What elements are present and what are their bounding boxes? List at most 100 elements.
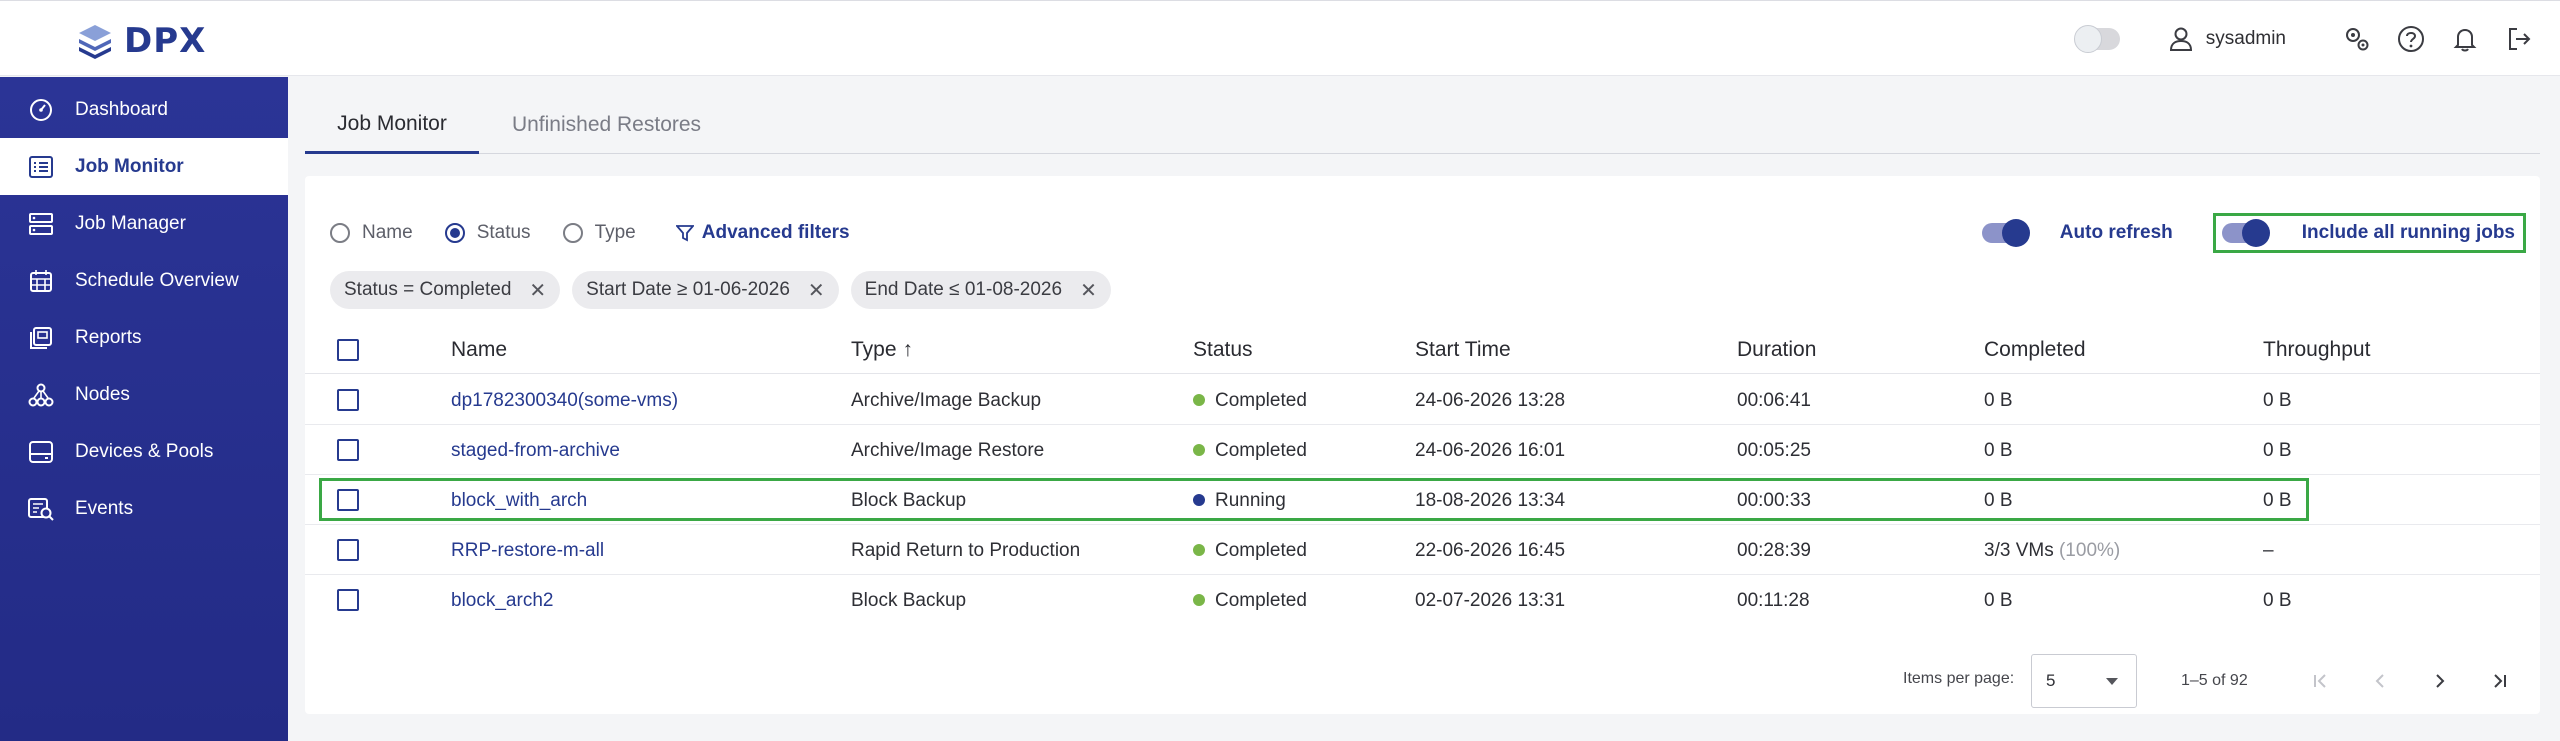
row-checkbox[interactable] [337, 589, 359, 611]
close-icon[interactable]: ✕ [529, 278, 546, 303]
radio-label: Name [362, 222, 413, 243]
column-header-start-time[interactable]: Start Time [1415, 338, 1511, 362]
status-dot [1193, 394, 1205, 406]
radio-circle[interactable] [444, 223, 465, 243]
sidebar-item-label: Events [75, 497, 134, 519]
sidebar-item-label: Job Monitor [75, 155, 184, 177]
job-name-link[interactable]: dp1782300340(some-vms) [451, 390, 678, 412]
column-header-type[interactable]: Type ↑ [851, 338, 913, 362]
first-page-icon[interactable] [2305, 666, 2335, 696]
filter-chip-status[interactable]: Status = Completed ✕ [330, 271, 561, 309]
table-header: Name Type ↑ Status Start Time Duration C… [305, 326, 2540, 374]
table-row[interactable]: block_arch2 Block Backup Completed 02-07… [305, 575, 2540, 625]
active-filter-chips: Status = Completed ✕ Start Date ≥ 01-06-… [330, 271, 1111, 309]
column-header-throughput[interactable]: Throughput [2263, 338, 2370, 362]
sidebar-item-label: Reports [75, 326, 142, 348]
auto-refresh-label: Auto refresh [2059, 222, 2173, 243]
events-icon [28, 496, 54, 522]
sidebar-item-devices-pools[interactable]: Devices & Pools [0, 423, 288, 480]
radio-status[interactable]: Status [444, 222, 531, 244]
last-page-icon[interactable] [2485, 666, 2515, 696]
sidebar-item-reports[interactable]: Reports [0, 309, 288, 366]
logout-icon[interactable] [2502, 22, 2536, 56]
sidebar-item-events[interactable]: Events [0, 480, 288, 537]
select-all-checkbox[interactable] [337, 339, 359, 361]
sidebar-item-dashboard[interactable]: Dashboard [0, 81, 288, 138]
status-text: Completed [1215, 590, 1307, 611]
settings-gears-icon[interactable] [2340, 22, 2374, 56]
tab-job-monitor[interactable]: Job Monitor [305, 96, 479, 154]
logo-stack-icon [79, 25, 111, 59]
status-dot [1193, 544, 1205, 556]
radio-type[interactable]: Type [562, 222, 636, 244]
next-page-icon[interactable] [2425, 666, 2455, 696]
chip-label: Status = Completed [344, 279, 512, 300]
chip-label: End Date ≤ 01-08-2026 [864, 279, 1063, 300]
theme-toggle[interactable] [2073, 25, 2120, 53]
job-name-link[interactable]: block_arch2 [451, 590, 553, 612]
job-name-link[interactable]: block_with_arch [451, 490, 587, 512]
row-checkbox[interactable] [337, 489, 359, 511]
filter-chip-start-date[interactable]: Start Date ≥ 01-06-2026 ✕ [572, 271, 839, 309]
user-menu[interactable]: sysadmin [2168, 26, 2286, 52]
sidebar-item-job-monitor[interactable]: Job Monitor [0, 138, 288, 195]
status-text: Completed [1215, 540, 1307, 561]
row-checkbox[interactable] [337, 439, 359, 461]
sidebar-item-nodes[interactable]: Nodes [0, 366, 288, 423]
radio-circle[interactable] [330, 223, 350, 243]
help-icon[interactable] [2394, 22, 2428, 56]
bell-icon[interactable] [2448, 22, 2482, 56]
completed-percent: (100%) [2058, 540, 2121, 561]
job-throughput: 0 B [2263, 490, 2292, 511]
table-row[interactable]: staged-from-archive Archive/Image Restor… [305, 425, 2540, 475]
job-name-link[interactable]: staged-from-archive [451, 440, 620, 462]
column-header-name[interactable]: Name [451, 338, 507, 362]
include-running-highlight: Include all running jobs [2212, 213, 2526, 253]
sidebar-item-job-manager[interactable]: Job Manager [0, 195, 288, 252]
row-checkbox[interactable] [337, 539, 359, 561]
advanced-filters-label: Advanced filters [701, 222, 850, 243]
dpx-logo[interactable]: DPX [76, 21, 206, 61]
row-checkbox[interactable] [337, 389, 359, 411]
column-header-completed[interactable]: Completed [1984, 338, 2086, 362]
chevron-down-icon [2106, 678, 2118, 685]
job-completed: 3/3 VMs (100%) [1984, 540, 2120, 562]
include-running-label: Include all running jobs [2301, 222, 2515, 243]
sort-arrow-icon: ↑ [902, 338, 914, 361]
job-completed: 0 B [1984, 390, 2013, 411]
radio-circle[interactable] [562, 223, 583, 243]
radio-name[interactable]: Name [330, 222, 413, 244]
job-throughput: 0 B [2263, 390, 2292, 411]
chip-label: Start Date ≥ 01-06-2026 [586, 279, 790, 300]
job-type: Archive/Image Backup [851, 390, 1042, 411]
tab-label: Unfinished Restores [511, 113, 702, 136]
items-per-page-value: 5 [2046, 671, 2056, 690]
advanced-filters-button[interactable]: Advanced filters [675, 222, 850, 244]
previous-page-icon[interactable] [2365, 666, 2395, 696]
job-status: Completed [1193, 590, 1307, 612]
items-per-page-select[interactable]: 5 [2031, 654, 2137, 708]
auto-refresh-toggle[interactable] [1981, 219, 2030, 247]
table-row[interactable]: RRP-restore-m-all Rapid Return to Produc… [305, 525, 2540, 575]
list-icon [28, 154, 54, 180]
sidebar-item-label: Dashboard [75, 98, 168, 120]
include-running-toggle[interactable] [2221, 219, 2270, 247]
column-header-duration[interactable]: Duration [1737, 338, 1816, 362]
brand-name: DPX [124, 21, 207, 61]
sidebar-item-label: Nodes [75, 383, 130, 405]
job-name-link[interactable]: RRP-restore-m-all [451, 540, 604, 562]
table-row[interactable]: block_with_arch Block Backup Running 18-… [305, 475, 2540, 525]
close-icon[interactable]: ✕ [808, 278, 825, 303]
sidebar-item-schedule-overview[interactable]: Schedule Overview [0, 252, 288, 309]
nodes-icon [28, 382, 54, 408]
table-row[interactable]: dp1782300340(some-vms) Archive/Image Bac… [305, 375, 2540, 425]
job-duration: 00:05:25 [1737, 440, 1811, 461]
job-completed: 0 B [1984, 590, 2013, 611]
sidebar: Dashboard Job Monitor Job Manager Schedu… [0, 77, 288, 741]
calendar-icon [28, 268, 54, 294]
tab-unfinished-restores[interactable]: Unfinished Restores [479, 96, 734, 154]
job-type: Archive/Image Restore [851, 440, 1045, 461]
filter-chip-end-date[interactable]: End Date ≤ 01-08-2026 ✕ [850, 271, 1111, 309]
close-icon[interactable]: ✕ [1080, 278, 1097, 303]
column-header-status[interactable]: Status [1193, 338, 1253, 362]
